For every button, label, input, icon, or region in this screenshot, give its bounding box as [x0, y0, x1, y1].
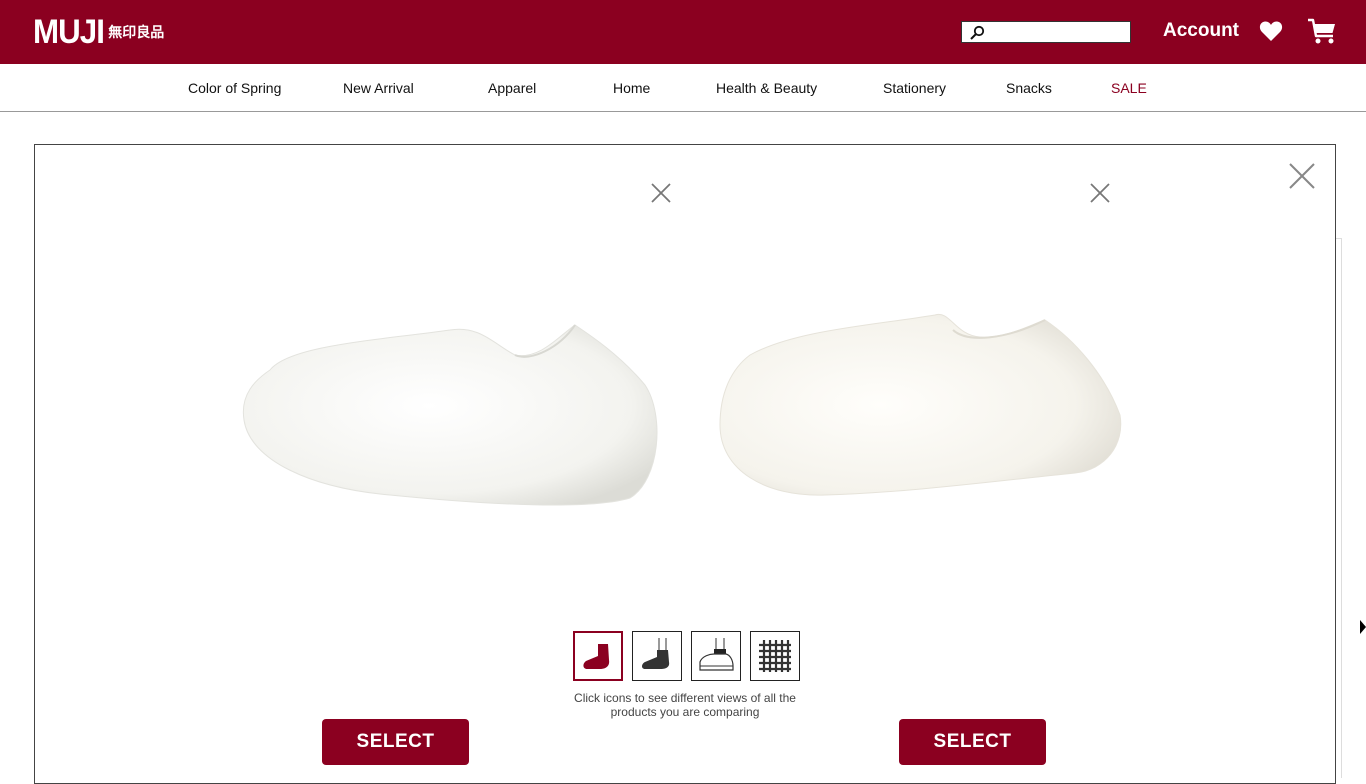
select-button-left[interactable]: SELECT	[322, 719, 469, 765]
cart-icon[interactable]	[1307, 17, 1337, 45]
select-button-right[interactable]: SELECT	[899, 719, 1046, 765]
sock-icon	[583, 644, 610, 669]
top-header: MUJI 無印良品 Account	[0, 0, 1366, 64]
view-thumb-fabric[interactable]	[750, 631, 800, 681]
account-link[interactable]: Account	[1163, 20, 1239, 42]
nav-item-apparel[interactable]: Apparel	[488, 80, 536, 96]
compare-hint-text: Click icons to see different views of al…	[574, 691, 796, 719]
logo-subtext: 無印良品	[108, 25, 165, 41]
search-icon[interactable]	[969, 25, 985, 41]
nav-item-snacks[interactable]: Snacks	[1006, 80, 1052, 96]
view-thumb-foot-sock[interactable]	[632, 631, 682, 681]
nav-item-color-of-spring[interactable]: Color of Spring	[188, 80, 281, 96]
nav-item-stationery[interactable]: Stationery	[883, 80, 946, 96]
view-thumb-shoe-sock[interactable]	[691, 631, 741, 681]
product-image-right	[719, 313, 1122, 496]
main-navigation: Color of Spring New Arrival Apparel Home…	[0, 64, 1366, 112]
view-thumbnails	[573, 631, 800, 681]
nav-item-home[interactable]: Home	[613, 80, 650, 96]
nav-item-health-beauty[interactable]: Health & Beauty	[716, 80, 817, 96]
mouse-cursor-icon	[1360, 620, 1366, 634]
logo-text: MUJI	[33, 13, 105, 51]
background-panel-edge	[1336, 238, 1342, 778]
product-image-left	[242, 324, 658, 506]
view-thumb-sock[interactable]	[573, 631, 623, 681]
nav-item-new-arrival[interactable]: New Arrival	[343, 80, 414, 96]
muji-logo[interactable]: MUJI 無印良品	[33, 14, 164, 50]
nav-item-sale[interactable]: SALE	[1111, 80, 1147, 96]
fabric-texture-icon	[759, 640, 791, 672]
foot-sock-icon	[642, 638, 670, 669]
search-input[interactable]	[988, 23, 1128, 41]
remove-product-left-icon[interactable]	[650, 182, 672, 204]
search-box[interactable]	[961, 21, 1131, 43]
close-modal-icon[interactable]	[1288, 162, 1316, 190]
remove-product-right-icon[interactable]	[1089, 182, 1111, 204]
shoe-sock-icon	[699, 638, 734, 671]
heart-icon[interactable]	[1259, 20, 1283, 42]
